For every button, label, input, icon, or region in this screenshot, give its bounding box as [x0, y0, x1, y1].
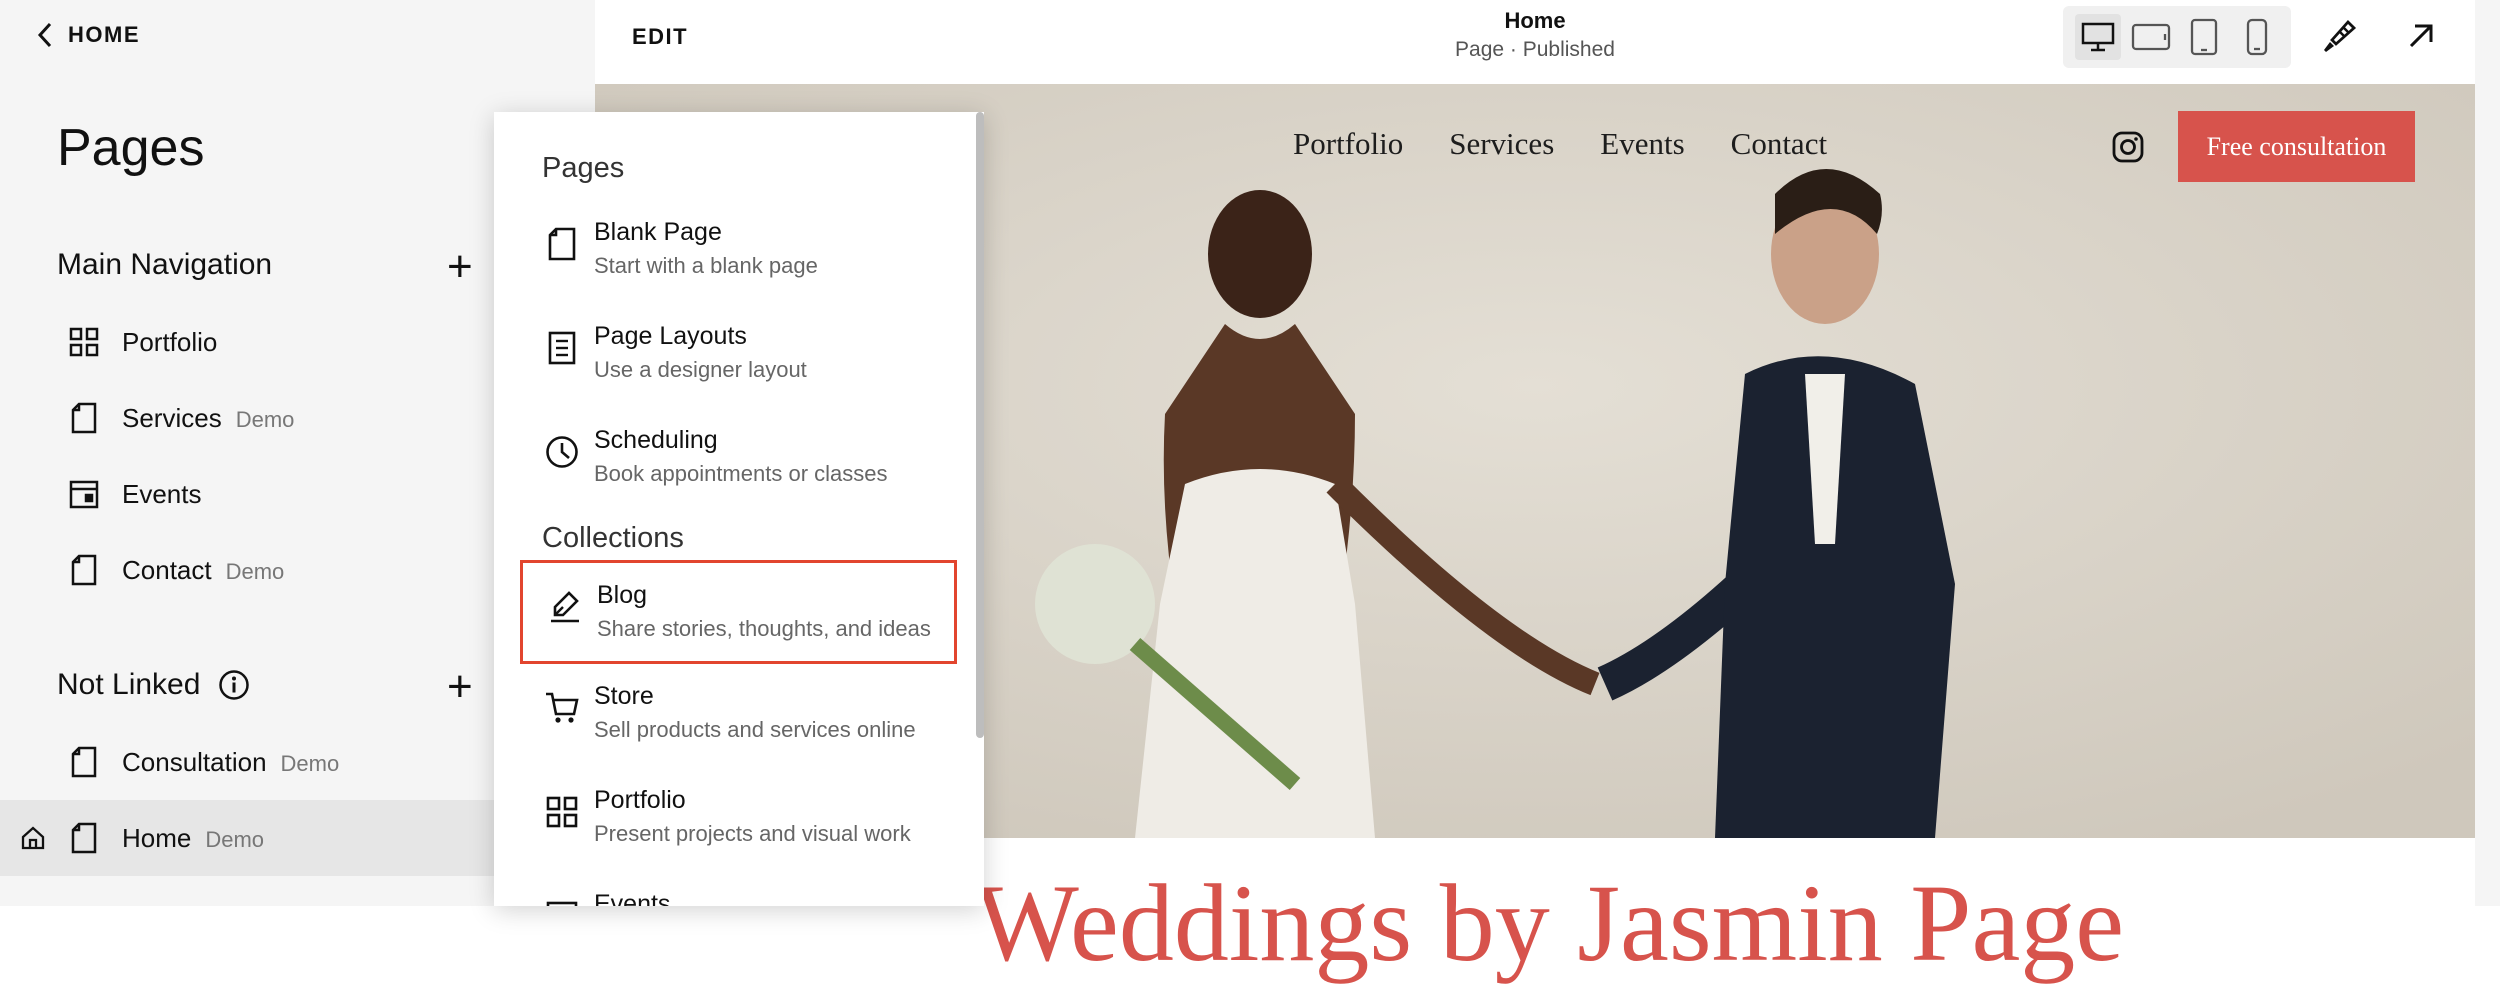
grid-icon	[546, 796, 578, 828]
menu-item-title: Page Layouts	[594, 322, 747, 350]
calendar-icon	[68, 478, 100, 510]
demo-badge: Demo	[280, 750, 340, 776]
page-title: Pages	[57, 119, 205, 177]
back-home-label: HOME	[68, 22, 140, 47]
desktop-view-button[interactable]	[2074, 14, 2121, 60]
menu-item-title: Blank Page	[594, 218, 722, 246]
mobile-icon	[2246, 18, 2267, 56]
page-icon	[68, 746, 100, 778]
menu-item-title: Scheduling	[594, 426, 718, 454]
menu-item-title: Events	[594, 890, 671, 906]
menu-scrollbar[interactable]	[976, 112, 984, 738]
menu-item-desc: Use a designer layout	[594, 357, 807, 382]
not-linked-header: Not Linked +	[57, 662, 477, 711]
homepage-icon	[21, 826, 45, 850]
page-icon	[68, 822, 100, 854]
free-consultation-button[interactable]: Free consultation	[2178, 111, 2415, 182]
menu-section-pages: Pages	[542, 152, 625, 184]
open-site-arrow-icon[interactable]	[2401, 16, 2441, 56]
chevron-left-icon	[37, 22, 52, 48]
tablet-portrait-icon	[2190, 18, 2217, 56]
site-nav-events[interactable]: Events	[1600, 126, 1684, 162]
sidebar-item-label: Consultation	[122, 746, 267, 777]
tablet-landscape-icon	[2131, 23, 2170, 51]
menu-item-page-layouts[interactable]: Page Layouts Use a designer layout	[520, 304, 957, 408]
clock-icon	[546, 436, 578, 468]
calendar-icon	[546, 901, 578, 906]
blank-page-icon	[548, 227, 576, 261]
site-nav-portfolio[interactable]: Portfolio	[1293, 126, 1403, 162]
demo-badge: Demo	[225, 558, 285, 584]
main-navigation-label: Main Navigation	[57, 248, 273, 281]
info-icon[interactable]	[218, 669, 250, 701]
site-nav-services[interactable]: Services	[1449, 126, 1554, 162]
menu-item-events[interactable]: Events	[520, 872, 957, 906]
menu-item-desc: Start with a blank page	[594, 253, 818, 278]
menu-item-desc: Book appointments or classes	[594, 461, 888, 486]
desktop-icon	[2081, 22, 2114, 52]
device-preview-switcher	[2063, 6, 2291, 68]
menu-item-title: Portfolio	[594, 786, 686, 814]
site-navigation: Portfolio Services Events Contact	[1293, 126, 1827, 162]
sidebar-item-label: Services	[122, 402, 222, 433]
site-nav-contact[interactable]: Contact	[1731, 126, 1827, 162]
tablet-portrait-view-button[interactable]	[2181, 14, 2227, 60]
menu-item-scheduling[interactable]: Scheduling Book appointments or classes	[520, 408, 957, 512]
menu-item-title: Store	[594, 682, 654, 710]
sidebar-item-label: Home	[122, 822, 192, 853]
blog-pen-icon	[551, 591, 579, 623]
site-headline: Weddings by Jasmin Page	[975, 862, 2125, 984]
layout-icon	[548, 331, 576, 365]
not-linked-label: Not Linked	[57, 668, 201, 701]
right-gutter	[2475, 0, 2500, 906]
sidebar-item-label: Contact	[122, 554, 212, 585]
instagram-icon[interactable]	[2111, 130, 2145, 164]
menu-item-blank-page[interactable]: Blank Page Start with a blank page	[520, 200, 957, 304]
menu-item-desc: Share stories, thoughts, and ideas	[597, 616, 931, 641]
add-not-linked-page-button[interactable]: +	[447, 662, 473, 712]
menu-item-title: Blog	[597, 581, 648, 609]
menu-section-collections: Collections	[542, 522, 684, 554]
main-navigation-header: Main Navigation +	[57, 242, 477, 291]
grid-icon	[68, 326, 100, 358]
paintbrush-icon[interactable]	[2318, 16, 2358, 56]
edit-button[interactable]: EDIT	[632, 24, 688, 50]
add-page-menu: Pages Blank Page Start with a blank page…	[494, 112, 984, 906]
sidebar-item-label: Events	[122, 478, 202, 509]
cart-icon	[546, 692, 579, 723]
menu-item-desc: Sell products and services online	[594, 717, 916, 742]
back-home-button[interactable]: HOME	[36, 22, 140, 48]
page-icon	[68, 554, 100, 586]
menu-item-blog[interactable]: Blog Share stories, thoughts, and ideas	[520, 560, 957, 664]
page-icon	[68, 402, 100, 434]
mobile-view-button[interactable]	[2234, 14, 2280, 60]
add-main-nav-page-button[interactable]: +	[447, 242, 473, 292]
tablet-landscape-view-button[interactable]	[2128, 14, 2174, 60]
editor-topbar: EDIT Home Page · Published	[595, 0, 2475, 84]
menu-item-portfolio[interactable]: Portfolio Present projects and visual wo…	[520, 768, 957, 872]
demo-badge: Demo	[205, 826, 265, 852]
sidebar-item-label: Portfolio	[122, 326, 218, 357]
menu-item-desc: Present projects and visual work	[594, 821, 911, 846]
menu-item-store[interactable]: Store Sell products and services online	[520, 664, 957, 768]
demo-badge: Demo	[235, 406, 295, 432]
